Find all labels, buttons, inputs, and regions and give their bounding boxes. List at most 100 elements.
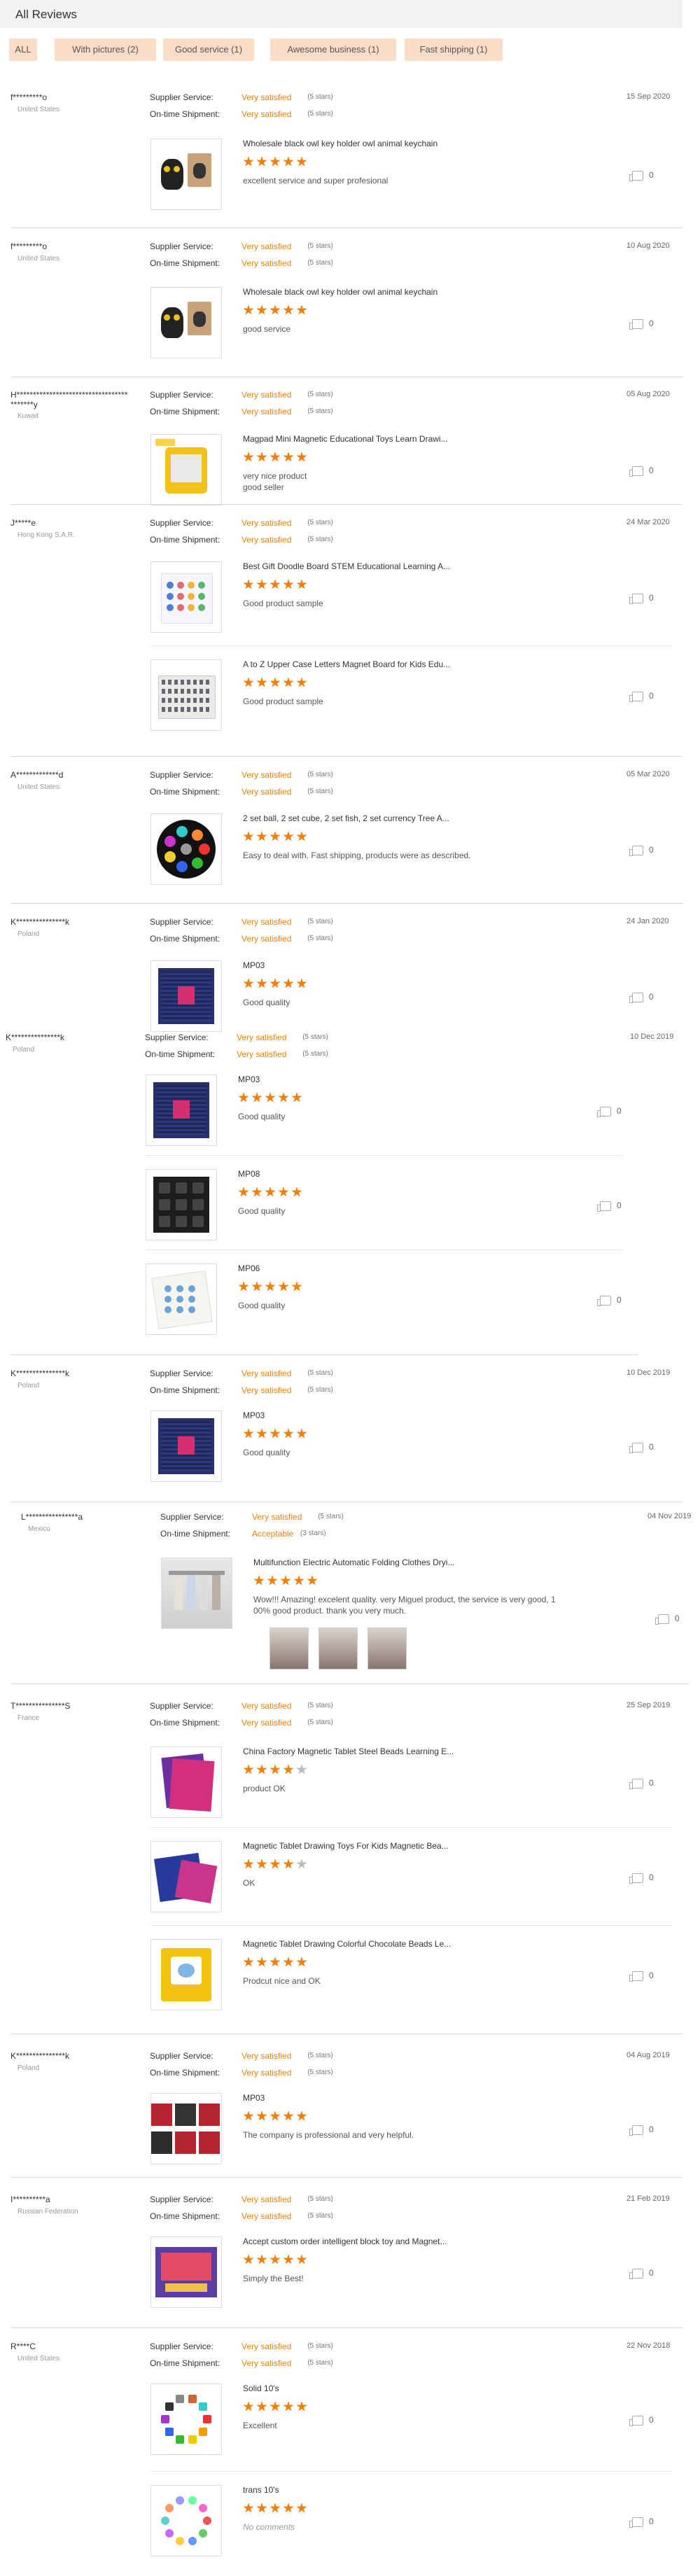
product-thumbnail[interactable]: [150, 1410, 222, 1482]
thumbs-up-icon: [655, 1614, 669, 1625]
star-icon: [238, 1092, 249, 1102]
supplier-service-value: Very satisfied: [241, 2194, 292, 2204]
helpful-button[interactable]: 0: [629, 2268, 654, 2279]
product-name[interactable]: Solid 10's: [243, 2384, 279, 2393]
product-name[interactable]: Magnetic Tablet Drawing Toys For Kids Ma…: [243, 1841, 449, 1851]
helpful-button[interactable]: 0: [597, 1106, 622, 1117]
reviewer-country: Poland: [13, 1046, 35, 1054]
product-name[interactable]: MP03: [238, 1074, 260, 1084]
product-name[interactable]: Accept custom order intelligent block to…: [243, 2236, 447, 2246]
helpful-button[interactable]: 0: [629, 691, 654, 702]
product-thumbnail[interactable]: [150, 813, 222, 885]
review-photo[interactable]: [318, 1628, 358, 1670]
star-icon: [256, 1956, 267, 1967]
product-name[interactable]: MP03: [243, 2093, 265, 2103]
product-name[interactable]: Magnetic Tablet Drawing Colorful Chocola…: [243, 1939, 451, 1949]
helpful-button[interactable]: 0: [629, 1970, 654, 1982]
star-icon: [256, 831, 267, 841]
filter-awesome-business[interactable]: Awesome business (1): [270, 38, 396, 61]
reviewer-name: K***************k: [6, 1032, 65, 1042]
product-thumbnail[interactable]: [150, 434, 222, 505]
product-name[interactable]: Wholesale black owl key holder owl anima…: [243, 139, 438, 148]
supplier-service-value: Very satisfied: [241, 1701, 292, 1711]
product-name[interactable]: trans 10's: [243, 2485, 279, 2495]
star-icon: [278, 1281, 289, 1292]
product-name[interactable]: Magpad Mini Magnetic Educational Toys Le…: [243, 434, 448, 444]
filter-with-pictures[interactable]: With pictures (2): [55, 38, 156, 61]
helpful-button[interactable]: 0: [629, 593, 654, 604]
supplier-service-value: Very satisfied: [241, 917, 292, 927]
product-name[interactable]: 2 set ball, 2 set cube, 2 set fish, 2 se…: [243, 813, 449, 823]
helpful-button[interactable]: 0: [629, 1442, 654, 1453]
helpful-button[interactable]: 0: [629, 318, 654, 330]
helpful-count: 0: [649, 691, 654, 701]
review-photo[interactable]: [270, 1628, 309, 1670]
product-name[interactable]: Best Gift Doodle Board STEM Educational …: [243, 561, 450, 571]
product-thumbnail[interactable]: [150, 2384, 222, 2455]
product-thumbnail[interactable]: [150, 2236, 222, 2308]
star-icon: [270, 677, 281, 687]
helpful-button[interactable]: 0: [655, 1614, 680, 1625]
product-name[interactable]: A to Z Upper Case Letters Magnet Board f…: [243, 659, 450, 669]
product-thumbnail[interactable]: [146, 1169, 217, 1240]
product-thumbnail[interactable]: [150, 1939, 222, 2010]
product-thumbnail[interactable]: [150, 2485, 222, 2556]
filter-fast-shipping[interactable]: Fast shipping (1): [405, 38, 503, 61]
star-icon: [283, 1764, 294, 1774]
product-thumbnail[interactable]: [146, 1264, 217, 1335]
thumbs-up-icon: [629, 465, 643, 477]
review-divider: [10, 504, 682, 505]
helpful-button[interactable]: 0: [597, 1200, 622, 1212]
thumbs-up-icon: [629, 845, 643, 856]
review-comment: Excellent: [243, 2421, 277, 2430]
product-rating: [243, 156, 309, 167]
product-rating: [243, 451, 309, 463]
thumbs-up-icon: [629, 1872, 643, 1884]
helpful-button[interactable]: 0: [629, 1778, 654, 1789]
product-name[interactable]: MP03: [243, 960, 265, 970]
reviewer-name: A*************d: [10, 770, 64, 780]
star-icon: [243, 1956, 254, 1967]
review-date: 21 Feb 2019: [626, 2194, 670, 2203]
thumbs-up-icon: [629, 1442, 643, 1453]
helpful-button[interactable]: 0: [629, 992, 654, 1003]
star-icon: [270, 1956, 281, 1967]
product-thumbnail[interactable]: [150, 2093, 222, 2164]
product-name[interactable]: MP08: [238, 1169, 260, 1179]
product-name[interactable]: MP03: [243, 1410, 265, 1420]
helpful-button[interactable]: 0: [629, 170, 654, 181]
on-time-shipment-value: Very satisfied: [241, 535, 292, 545]
review-comment: The company is professional and very hel…: [243, 2130, 414, 2140]
product-thumbnail[interactable]: [150, 960, 222, 1032]
helpful-button[interactable]: 0: [629, 465, 654, 477]
product-name[interactable]: China Factory Magnetic Tablet Steel Bead…: [243, 1746, 454, 1756]
supplier-service-stars: (5 stars): [302, 1033, 328, 1041]
star-icon: [253, 1575, 265, 1586]
review-date: 04 Nov 2019: [648, 1512, 692, 1520]
review-photo[interactable]: [368, 1628, 407, 1670]
product-thumbnail[interactable]: [150, 561, 222, 633]
supplier-service-label: Supplier Service:: [150, 917, 214, 927]
product-thumbnail[interactable]: [150, 1746, 222, 1818]
helpful-button[interactable]: 0: [597, 1295, 622, 1306]
helpful-button[interactable]: 0: [629, 1872, 654, 1884]
product-thumbnail[interactable]: [150, 1841, 222, 1912]
product-name[interactable]: MP06: [238, 1264, 260, 1273]
product-thumbnail[interactable]: [146, 1074, 217, 1146]
helpful-count: 0: [649, 1442, 654, 1452]
filter-all[interactable]: ALL: [9, 38, 37, 61]
product-thumbnail[interactable]: [150, 287, 222, 358]
product-thumbnail[interactable]: [150, 659, 222, 731]
product-thumbnail[interactable]: [161, 1558, 232, 1629]
product-name[interactable]: Wholesale black owl key holder owl anima…: [243, 287, 438, 297]
star-icon: [296, 1428, 307, 1438]
product-rating: [243, 978, 309, 989]
helpful-button[interactable]: 0: [629, 2415, 654, 2426]
helpful-button[interactable]: 0: [629, 2516, 654, 2528]
product-name[interactable]: Multifunction Electric Automatic Folding…: [253, 1558, 454, 1567]
helpful-button[interactable]: 0: [629, 845, 654, 856]
product-thumbnail[interactable]: [150, 139, 222, 210]
thumbs-up-icon: [629, 2415, 643, 2426]
helpful-button[interactable]: 0: [629, 2124, 654, 2136]
filter-good-service[interactable]: Good service (1): [163, 38, 254, 61]
